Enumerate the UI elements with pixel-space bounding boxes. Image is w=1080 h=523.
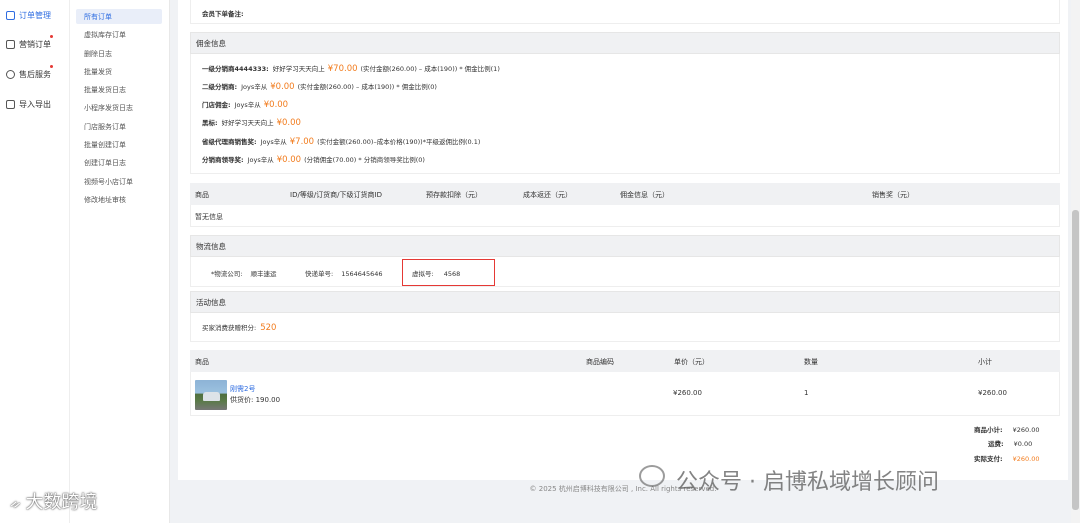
subnav-miniapp-ship-log[interactable]: 小程序发货日志 (76, 100, 162, 115)
commission-row: 省级代理商销售奖: Joys辛从 ¥7.00 (实付金额(260.00)–成本价格(1… (202, 137, 481, 147)
supplier-table-body (190, 205, 1060, 227)
car-image (203, 392, 220, 401)
activity-points: 买家消费获赠积分: 520 (202, 323, 277, 333)
activity-box (190, 313, 1060, 342)
commission-row: 一级分销商4444333: 好好学习天天向上 ¥70.00 (实付金额(260.00)… (202, 64, 500, 74)
subnav-delete-log[interactable]: 删除日志 (76, 46, 162, 61)
logistics-tracking: 快递单号: 1564645646 (305, 270, 383, 278)
commission-row: 黑标: 好好学习天天向上 ¥0.00 (202, 118, 301, 128)
remark-box (190, 0, 1060, 24)
product-thumbnail (195, 380, 227, 410)
commission-row: 分销商领导奖: Joys辛从 ¥0.00 (分销佣金(70.00) * 分销商领导奖比… (202, 155, 425, 165)
totals-subtotal: 商品小计: ¥260.00 (974, 426, 1040, 434)
subnav-video-shop-orders[interactable]: 视频号小店订单 (76, 174, 162, 189)
nav-order-management[interactable]: 订单管理 (6, 8, 51, 22)
nav-import-export[interactable]: 导入导出 (6, 97, 51, 111)
nav-label: 导入导出 (19, 99, 51, 109)
order-detail-panel: 会员下单备注: 佣金信息 一级分销商4444333: 好好学习天天向上 ¥70.00… (178, 0, 1068, 480)
subnav-batch-ship[interactable]: 批量发货 (76, 64, 162, 79)
wechat-icon (639, 465, 665, 487)
commission-row: 门店佣金: Joys辛从 ¥0.00 (202, 100, 289, 110)
logistics-virtual-number: 虚拟号: 4568 (412, 270, 461, 278)
import-icon (6, 99, 15, 109)
activity-header: 活动信息 (190, 291, 1060, 313)
nav-label: 订单管理 (19, 10, 51, 20)
notification-dot (50, 65, 53, 68)
totals-shipping: 运费: ¥0.00 (988, 440, 1033, 448)
nav-after-sales[interactable]: 售后服务 (6, 67, 51, 81)
goods-row (190, 372, 1060, 416)
row-subtotal: ¥260.00 (978, 389, 1007, 397)
service-icon (6, 69, 15, 79)
document-icon (6, 10, 15, 20)
unit-price: ¥260.00 (673, 389, 702, 397)
quantity: 1 (804, 389, 809, 397)
vertical-scrollbar[interactable] (1071, 0, 1080, 523)
logistics-header: 物流信息 (190, 235, 1060, 257)
commission-header: 佣金信息 (190, 32, 1060, 54)
goods-table-header: 商品 商品编码 单价（元） 数量 小计 (190, 350, 1060, 372)
nav-label: 营销订单 (19, 39, 51, 49)
empty-text: 暂无信息 (195, 213, 223, 221)
subnav-create-order-log[interactable]: 创建订单日志 (76, 155, 162, 170)
notification-dot (50, 35, 53, 38)
secondary-sidebar: 所有订单 虚拟库存订单 删除日志 批量发货 批量发货日志 小程序发货日志 门店服… (70, 0, 170, 523)
totals-paid: 实际支付: ¥260.00 (974, 455, 1040, 463)
nav-marketing-orders[interactable]: 营销订单 (6, 37, 51, 51)
supplier-table-header: 商品 ID/等级/订货商/下级订货商ID 预存款扣除（元） 成本返还（元） 佣金… (190, 183, 1060, 205)
subnav-virtual-stock-orders[interactable]: 虚拟库存订单 (76, 27, 162, 42)
cart-icon (6, 39, 15, 49)
supply-price: 供货价: 190.00 (230, 396, 281, 404)
logistics-company: *物流公司: 顺丰速运 (211, 270, 277, 278)
subnav-address-review[interactable]: 修改地址审核 (76, 192, 162, 207)
subnav-all-orders[interactable]: 所有订单 (76, 9, 162, 24)
primary-sidebar: 订单管理 营销订单 售后服务 导入导出 (0, 0, 70, 523)
watermark-right: 公众号 · 启博私域增长顾问 (676, 470, 939, 495)
scroll-thumb[interactable] (1072, 210, 1079, 510)
subnav-store-service-orders[interactable]: 门店服务订单 (76, 119, 162, 134)
subnav-batch-create-orders[interactable]: 批量创建订单 (76, 137, 162, 152)
nav-label: 售后服务 (19, 69, 51, 79)
product-name-link[interactable]: 刚需2号 (230, 384, 255, 394)
subnav-batch-ship-log[interactable]: 批量发货日志 (76, 82, 162, 97)
commission-row: 二级分销商: Joys辛从 ¥0.00 (实付金额(260.00) – 成本(190)… (202, 82, 437, 92)
watermark-left: ᨀ 大数跨境 (10, 492, 98, 513)
